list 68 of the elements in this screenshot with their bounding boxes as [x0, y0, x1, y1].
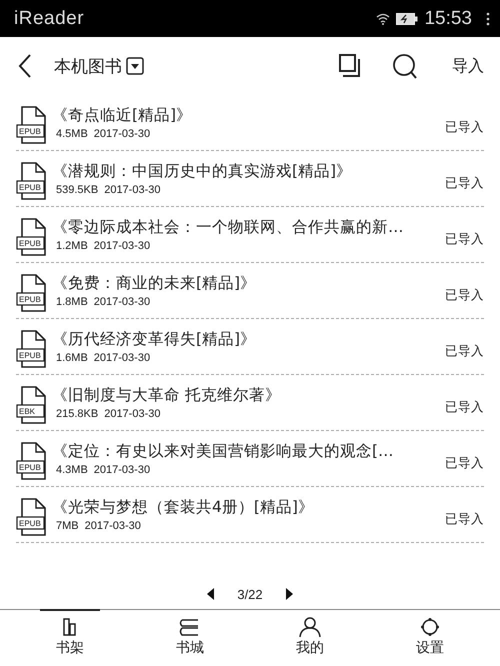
- battery-icon: [396, 12, 418, 24]
- file-size: 4.3MB: [56, 464, 88, 476]
- file-icon: [16, 106, 46, 144]
- book-title[interactable]: 《零边际成本社会：一个物联网、合作共赢的新…: [52, 217, 439, 238]
- file-date: 2017-03-30: [94, 296, 150, 308]
- file-date: 2017-03-30: [104, 408, 160, 420]
- format-label: EPUB: [19, 182, 41, 192]
- file-icon: [16, 386, 46, 424]
- dropdown-icon[interactable]: [126, 57, 144, 75]
- file-size: 7MB: [56, 520, 79, 532]
- multi-select-icon[interactable]: [336, 54, 360, 78]
- file-icon: [16, 218, 46, 256]
- book-title[interactable]: 《潜规则：中国历史中的真实游戏[精品]》: [52, 161, 439, 182]
- file-icon: [16, 274, 46, 312]
- import-status: 已导入: [445, 119, 484, 136]
- file-date: 2017-03-30: [104, 184, 160, 196]
- book-title[interactable]: 《光荣与梦想（套装共4册）[精品]》: [52, 497, 439, 518]
- format-label: EPUB: [19, 350, 41, 360]
- settings-icon: [418, 617, 442, 638]
- file-date: 2017-03-30: [94, 352, 150, 364]
- search-icon[interactable]: [392, 53, 418, 79]
- format-label: EPUB: [19, 294, 41, 304]
- nav-tab[interactable]: 我的: [280, 609, 340, 666]
- more-icon[interactable]: [486, 12, 490, 26]
- format-label: EBK: [19, 406, 36, 416]
- file-icon: [16, 330, 46, 368]
- import-status: 已导入: [445, 511, 484, 528]
- import-status: 已导入: [445, 343, 484, 360]
- file-size: 1.6MB: [56, 352, 88, 364]
- file-size: 539.5KB: [56, 184, 98, 196]
- format-label: EPUB: [19, 462, 41, 472]
- format-label: EPUB: [19, 518, 41, 528]
- nav-tab[interactable]: 书架: [40, 609, 100, 666]
- nav-tab[interactable]: 书城: [160, 609, 220, 666]
- back-icon[interactable]: [18, 54, 32, 78]
- file-size: 215.8KB: [56, 408, 98, 420]
- clock-time: 15:53: [424, 8, 472, 30]
- format-label: EPUB: [19, 126, 41, 136]
- import-status: 已导入: [445, 287, 484, 304]
- import-status: 已导入: [445, 399, 484, 416]
- nav-tab[interactable]: 设置: [400, 609, 460, 666]
- import-status: 已导入: [445, 175, 484, 192]
- import-button[interactable]: 导入: [450, 54, 486, 78]
- file-icon: [16, 498, 46, 536]
- file-size: 4.5MB: [56, 128, 88, 140]
- book-title[interactable]: 《旧制度与大革命 托克维尔著》: [52, 385, 439, 406]
- file-icon: [16, 162, 46, 200]
- person-icon: [298, 617, 322, 638]
- wifi-icon: [376, 12, 390, 24]
- prev-page-icon[interactable]: [207, 588, 216, 600]
- file-date: 2017-03-30: [94, 240, 150, 252]
- file-size: 1.2MB: [56, 240, 88, 252]
- file-date: 2017-03-30: [94, 128, 150, 140]
- import-status: 已导入: [445, 455, 484, 472]
- page-indicator: 3/22: [237, 586, 263, 602]
- page-title: 本机图书: [54, 56, 122, 78]
- file-size: 1.8MB: [56, 296, 88, 308]
- file-date: 2017-03-30: [94, 464, 150, 476]
- file-icon: [16, 442, 46, 480]
- book-title[interactable]: 《奇点临近[精品]》: [52, 105, 439, 126]
- book-title[interactable]: 《历代经济变革得失[精品]》: [52, 329, 439, 350]
- format-label: EPUB: [19, 238, 41, 248]
- file-date: 2017-03-30: [84, 520, 141, 532]
- import-status: 已导入: [445, 231, 484, 248]
- book-title[interactable]: 《定位：有史以来对美国营销影响最大的观念[…: [52, 441, 439, 462]
- next-page-icon[interactable]: [284, 588, 293, 600]
- app-name: iReader: [14, 8, 84, 30]
- book-title[interactable]: 《免费：商业的未来[精品]》: [52, 273, 439, 294]
